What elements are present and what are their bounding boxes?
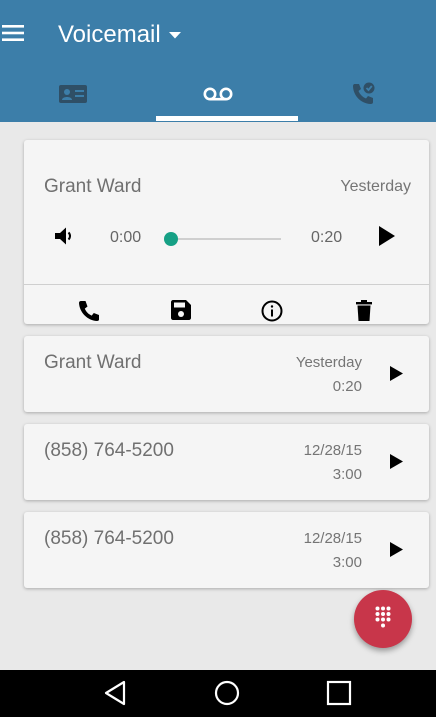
system-nav-bar: [0, 670, 436, 717]
page-title: Voicemail: [58, 21, 161, 48]
back-icon: [103, 680, 127, 710]
speaker-button[interactable]: [54, 226, 74, 251]
play-button[interactable]: [390, 366, 403, 386]
selected-tab-indicator: [156, 116, 298, 121]
call-back-button[interactable]: [78, 300, 100, 327]
caret-down-icon: [168, 31, 181, 39]
app-bar: Voicemail: [0, 0, 436, 122]
tab-contacts[interactable]: [0, 70, 145, 122]
hamburger-menu-icon: [2, 24, 24, 46]
info-icon: [261, 300, 283, 326]
delete-button[interactable]: [356, 300, 372, 326]
play-button[interactable]: [390, 454, 403, 474]
voicemail-card-expanded[interactable]: Grant Ward Yesterday 0:00 0:20: [24, 140, 429, 324]
contact-card-icon: [58, 84, 87, 109]
volume-icon: [54, 227, 74, 250]
seek-thumb[interactable]: [164, 232, 178, 246]
seek-bar[interactable]: [171, 238, 281, 240]
save-icon: [171, 300, 191, 324]
title-dropdown[interactable]: Voicemail: [58, 21, 181, 49]
caller-name: (858) 764-5200: [44, 528, 174, 549]
dialpad-button[interactable]: [354, 590, 412, 648]
play-button[interactable]: [390, 542, 403, 562]
audio-player: 0:00 0:20: [24, 208, 429, 266]
caller-name: Grant Ward: [44, 352, 142, 373]
voicemail-duration: 0:20: [332, 378, 362, 395]
voicemail-list: Grant Ward Yesterday 0:00 0:20 Grant War…: [0, 122, 436, 670]
voicemail-date: 12/28/15: [303, 442, 362, 459]
dialpad-icon: [375, 606, 391, 633]
voicemail-date: Yesterday: [295, 354, 362, 371]
back-button[interactable]: [103, 680, 127, 711]
home-icon: [214, 680, 240, 710]
current-time: 0:00: [110, 229, 142, 246]
caller-name: (858) 764-5200: [44, 440, 174, 461]
call-history-icon: [350, 81, 376, 112]
trash-icon: [356, 300, 372, 325]
voicemail-date: Yesterday: [340, 178, 411, 195]
recents-icon: [326, 680, 352, 710]
play-button[interactable]: [378, 226, 396, 251]
info-button[interactable]: [261, 300, 283, 327]
play-icon: [390, 366, 403, 385]
voicemail-duration: 3:00: [332, 466, 362, 483]
voicemail-duration: 3:00: [332, 554, 362, 571]
phone-icon: [78, 301, 100, 326]
toolbar: Voicemail: [0, 0, 436, 70]
menu-button[interactable]: [0, 0, 48, 70]
play-icon: [390, 542, 403, 561]
play-icon: [390, 454, 403, 473]
voicemail-item[interactable]: (858) 764-5200 12/28/15 3:00: [24, 512, 429, 588]
tab-bar: [0, 70, 436, 122]
voicemail-item[interactable]: (858) 764-5200 12/28/15 3:00: [24, 424, 429, 500]
tab-call-history[interactable]: [291, 70, 436, 122]
voicemail-date: 12/28/15: [303, 530, 362, 547]
save-button[interactable]: [171, 300, 191, 325]
recents-button[interactable]: [326, 680, 352, 711]
tab-voicemail[interactable]: [145, 70, 290, 122]
home-button[interactable]: [214, 680, 240, 711]
voicemail-item[interactable]: Grant Ward Yesterday 0:20: [24, 336, 429, 412]
caller-name: Grant Ward: [44, 176, 142, 197]
play-icon: [378, 226, 396, 250]
card-divider: [24, 284, 429, 285]
voicemail-icon: [203, 86, 233, 107]
total-duration: 0:20: [311, 229, 343, 246]
